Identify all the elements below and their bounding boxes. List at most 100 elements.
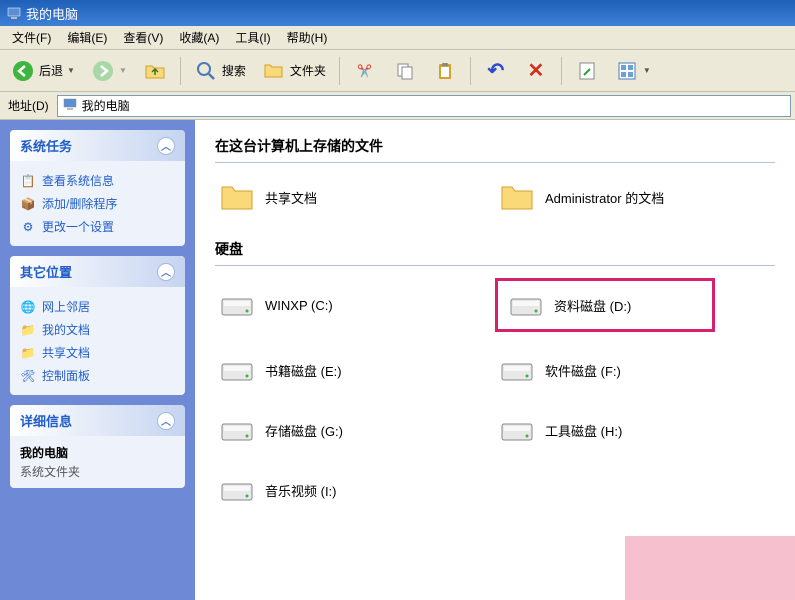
- item-label: 音乐视频 (I:): [265, 481, 337, 500]
- link-network[interactable]: 🌐网上邻居: [20, 295, 175, 318]
- back-icon: [11, 59, 35, 83]
- drive-d[interactable]: 资料磁盘 (D:): [495, 278, 715, 332]
- panel-other-places: 其它位置 ︿ 🌐网上邻居 📁 我的文档 📁 共享文档 🛠控制面板: [10, 256, 185, 395]
- link-view-system-info[interactable]: 📋 查看系统信息: [20, 169, 175, 192]
- link-add-remove-programs[interactable]: 📦 添加/删除程序: [20, 192, 175, 215]
- drive-icon: [219, 287, 255, 323]
- undo-button[interactable]: ↶: [477, 54, 515, 88]
- drive-f[interactable]: 软件磁盘 (F:): [495, 348, 715, 392]
- folder-icon: [499, 179, 535, 215]
- link-label: 网上邻居: [42, 298, 90, 315]
- panel-title: 系统任务: [20, 136, 72, 155]
- panel-title: 其它位置: [20, 262, 72, 281]
- menu-file[interactable]: 文件(F): [4, 26, 59, 49]
- link-shared-docs[interactable]: 📁 共享文档: [20, 341, 175, 364]
- back-button[interactable]: 后退 ▼: [4, 54, 82, 88]
- copy-button[interactable]: [386, 54, 424, 88]
- address-value: 我的电脑: [82, 97, 130, 114]
- info-icon: 📋: [20, 173, 36, 189]
- window-title: 我的电脑: [26, 4, 78, 23]
- item-label: 资料磁盘 (D:): [554, 296, 631, 315]
- panel-header-system[interactable]: 系统任务 ︿: [10, 130, 185, 161]
- section-files-header: 在这台计算机上存储的文件: [215, 136, 775, 156]
- folder-admin-documents[interactable]: Administrator 的文档: [495, 175, 715, 219]
- menu-help[interactable]: 帮助(H): [279, 26, 336, 49]
- up-button[interactable]: [136, 54, 174, 88]
- forward-icon: [91, 59, 115, 83]
- chevron-down-icon: ▼: [643, 66, 651, 75]
- panel-title: 详细信息: [20, 411, 72, 430]
- computer-icon: [6, 5, 22, 21]
- link-label: 添加/删除程序: [42, 195, 117, 212]
- drive-e[interactable]: 书籍磁盘 (E:): [215, 348, 435, 392]
- addressbar: 地址(D) 我的电脑: [0, 92, 795, 120]
- views-button[interactable]: ▼: [608, 54, 658, 88]
- drive-icon: [508, 287, 544, 323]
- folders-button[interactable]: 文件夹: [255, 54, 333, 88]
- menu-view[interactable]: 查看(V): [115, 26, 171, 49]
- chevron-down-icon: ▼: [119, 66, 127, 75]
- copy-icon: [393, 59, 417, 83]
- link-label: 共享文档: [42, 344, 90, 361]
- toolbar: 后退 ▼ ▼ 搜索 文件夹 ✂️ ↶ ✕ ▼: [0, 50, 795, 92]
- search-label: 搜索: [222, 62, 246, 79]
- link-label: 我的文档: [42, 321, 90, 338]
- properties-icon: [575, 59, 599, 83]
- address-label: 地址(D): [4, 97, 53, 114]
- panel-header-details[interactable]: 详细信息 ︿: [10, 405, 185, 436]
- delete-button[interactable]: ✕: [517, 54, 555, 88]
- paste-button[interactable]: [426, 54, 464, 88]
- drive-c[interactable]: WINXP (C:): [215, 278, 435, 332]
- menu-favorites[interactable]: 收藏(A): [171, 26, 227, 49]
- item-label: 共享文档: [265, 188, 317, 207]
- control-panel-icon: 🛠: [20, 368, 36, 384]
- link-label: 更改一个设置: [42, 218, 114, 235]
- link-label: 查看系统信息: [42, 172, 114, 189]
- paste-icon: [433, 59, 457, 83]
- divider: [215, 162, 775, 163]
- chevron-up-icon: ︿: [157, 412, 175, 430]
- separator: [180, 57, 181, 85]
- menubar: 文件(F) 编辑(E) 查看(V) 收藏(A) 工具(I) 帮助(H): [0, 26, 795, 50]
- programs-icon: 📦: [20, 196, 36, 212]
- drive-icon: [219, 412, 255, 448]
- folder-shared-documents[interactable]: 共享文档: [215, 175, 435, 219]
- undo-icon: ↶: [484, 59, 508, 83]
- panel-header-other[interactable]: 其它位置 ︿: [10, 256, 185, 287]
- folder-icon: 📁: [20, 322, 36, 338]
- drive-icon: [499, 412, 535, 448]
- overlay-block: [625, 536, 795, 600]
- item-label: 工具磁盘 (H:): [545, 421, 622, 440]
- divider: [215, 265, 775, 266]
- address-field[interactable]: 我的电脑: [57, 95, 791, 117]
- drive-h[interactable]: 工具磁盘 (H:): [495, 408, 715, 452]
- search-button[interactable]: 搜索: [187, 54, 253, 88]
- detail-type: 系统文件夹: [20, 463, 175, 480]
- back-label: 后退: [39, 62, 63, 79]
- drive-i[interactable]: 音乐视频 (I:): [215, 468, 435, 512]
- chevron-down-icon: ▼: [67, 66, 75, 75]
- chevron-up-icon: ︿: [157, 263, 175, 281]
- window-titlebar: 我的电脑: [0, 0, 795, 26]
- computer-icon: [62, 96, 78, 115]
- folders-icon: [262, 59, 286, 83]
- drive-g[interactable]: 存储磁盘 (G:): [215, 408, 435, 452]
- cut-button[interactable]: ✂️: [346, 54, 384, 88]
- menu-edit[interactable]: 编辑(E): [59, 26, 115, 49]
- item-label: 软件磁盘 (F:): [545, 361, 621, 380]
- forward-button[interactable]: ▼: [84, 54, 134, 88]
- menu-tools[interactable]: 工具(I): [227, 26, 278, 49]
- properties-button[interactable]: [568, 54, 606, 88]
- settings-icon: ⚙: [20, 219, 36, 235]
- search-icon: [194, 59, 218, 83]
- folder-icon: 📁: [20, 345, 36, 361]
- link-change-setting[interactable]: ⚙ 更改一个设置: [20, 215, 175, 238]
- folders-label: 文件夹: [290, 62, 326, 79]
- separator: [470, 57, 471, 85]
- link-control-panel[interactable]: 🛠控制面板: [20, 364, 175, 387]
- panel-system-tasks: 系统任务 ︿ 📋 查看系统信息 📦 添加/删除程序 ⚙ 更改一个设置: [10, 130, 185, 246]
- separator: [561, 57, 562, 85]
- item-label: WINXP (C:): [265, 298, 333, 313]
- item-label: 存储磁盘 (G:): [265, 421, 343, 440]
- link-my-documents[interactable]: 📁 我的文档: [20, 318, 175, 341]
